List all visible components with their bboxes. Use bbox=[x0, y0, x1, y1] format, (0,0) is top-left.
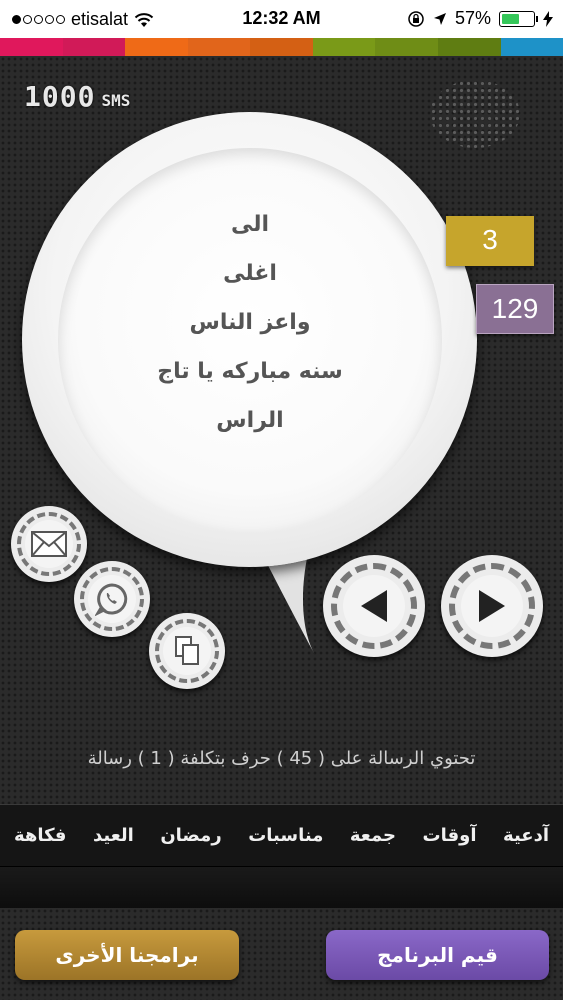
sms-counter: 1000 SMS bbox=[24, 80, 130, 113]
current-message-index: 3 bbox=[446, 216, 534, 266]
color-stripe bbox=[0, 38, 563, 56]
location-arrow-icon bbox=[433, 12, 446, 25]
share-sms-button[interactable] bbox=[11, 506, 87, 582]
category-tab[interactable]: آوقات bbox=[423, 825, 477, 846]
speaker-grille bbox=[430, 80, 520, 148]
sms-counter-value: 1000 bbox=[24, 80, 96, 113]
color-stripe-segment bbox=[250, 38, 313, 56]
message-line: سنه مباركه يا تاج bbox=[157, 359, 343, 384]
category-bar: آدعية آوقات جمعة مناسبات رمضان العيد فكا… bbox=[0, 804, 563, 866]
copy-button[interactable] bbox=[149, 613, 225, 689]
color-stripe-segment bbox=[312, 38, 376, 56]
message-line: الراس bbox=[216, 408, 284, 433]
copy-icon bbox=[175, 636, 199, 665]
total-message-count: 129 bbox=[476, 284, 554, 334]
share-whatsapp-button[interactable] bbox=[74, 561, 150, 637]
status-bar: etisalat 12:32 AM 57% bbox=[0, 0, 563, 38]
charging-bolt-icon bbox=[543, 10, 553, 27]
shelf-divider bbox=[0, 866, 563, 909]
color-stripe-segment bbox=[375, 38, 438, 56]
color-stripe-segment bbox=[62, 38, 126, 56]
battery-icon bbox=[499, 10, 538, 27]
message-line: الى bbox=[230, 212, 270, 237]
message-line: اغلى bbox=[223, 261, 277, 286]
category-tab[interactable]: آدعية bbox=[503, 825, 549, 846]
battery-percent: 57% bbox=[454, 8, 491, 28]
category-tab[interactable]: فكاهة bbox=[14, 825, 66, 846]
rotation-lock-icon bbox=[408, 10, 424, 27]
other-apps-button[interactable]: برامجنا الأخرى bbox=[15, 930, 239, 980]
message-text: الى اغلى واعز الناس سنه مباركه يا تاج ال… bbox=[58, 200, 442, 445]
message-info: تحتوي الرسالة على ( 45 ) حرف بتكلفة ( 1 … bbox=[87, 748, 476, 769]
message-line: واعز الناس bbox=[189, 310, 311, 335]
category-tab[interactable]: العيد bbox=[93, 825, 134, 846]
category-tab[interactable]: مناسبات bbox=[248, 825, 323, 846]
category-tab[interactable]: رمضان bbox=[160, 825, 221, 846]
next-message-button[interactable] bbox=[441, 555, 543, 657]
color-stripe-segment bbox=[437, 38, 501, 56]
whatsapp-icon bbox=[95, 583, 128, 616]
previous-message-button[interactable] bbox=[323, 555, 425, 657]
color-stripe-segment bbox=[187, 38, 251, 56]
category-tab[interactable]: جمعة bbox=[350, 825, 396, 846]
envelope-icon bbox=[31, 531, 67, 557]
color-stripe-segment bbox=[125, 38, 188, 56]
sms-counter-unit: SMS bbox=[101, 91, 131, 110]
color-stripe-segment bbox=[0, 38, 63, 56]
triangle-right-icon bbox=[479, 590, 505, 622]
rate-app-button[interactable]: قيم البرنامج bbox=[326, 930, 549, 980]
color-stripe-segment bbox=[500, 38, 563, 56]
triangle-left-icon bbox=[361, 590, 387, 622]
